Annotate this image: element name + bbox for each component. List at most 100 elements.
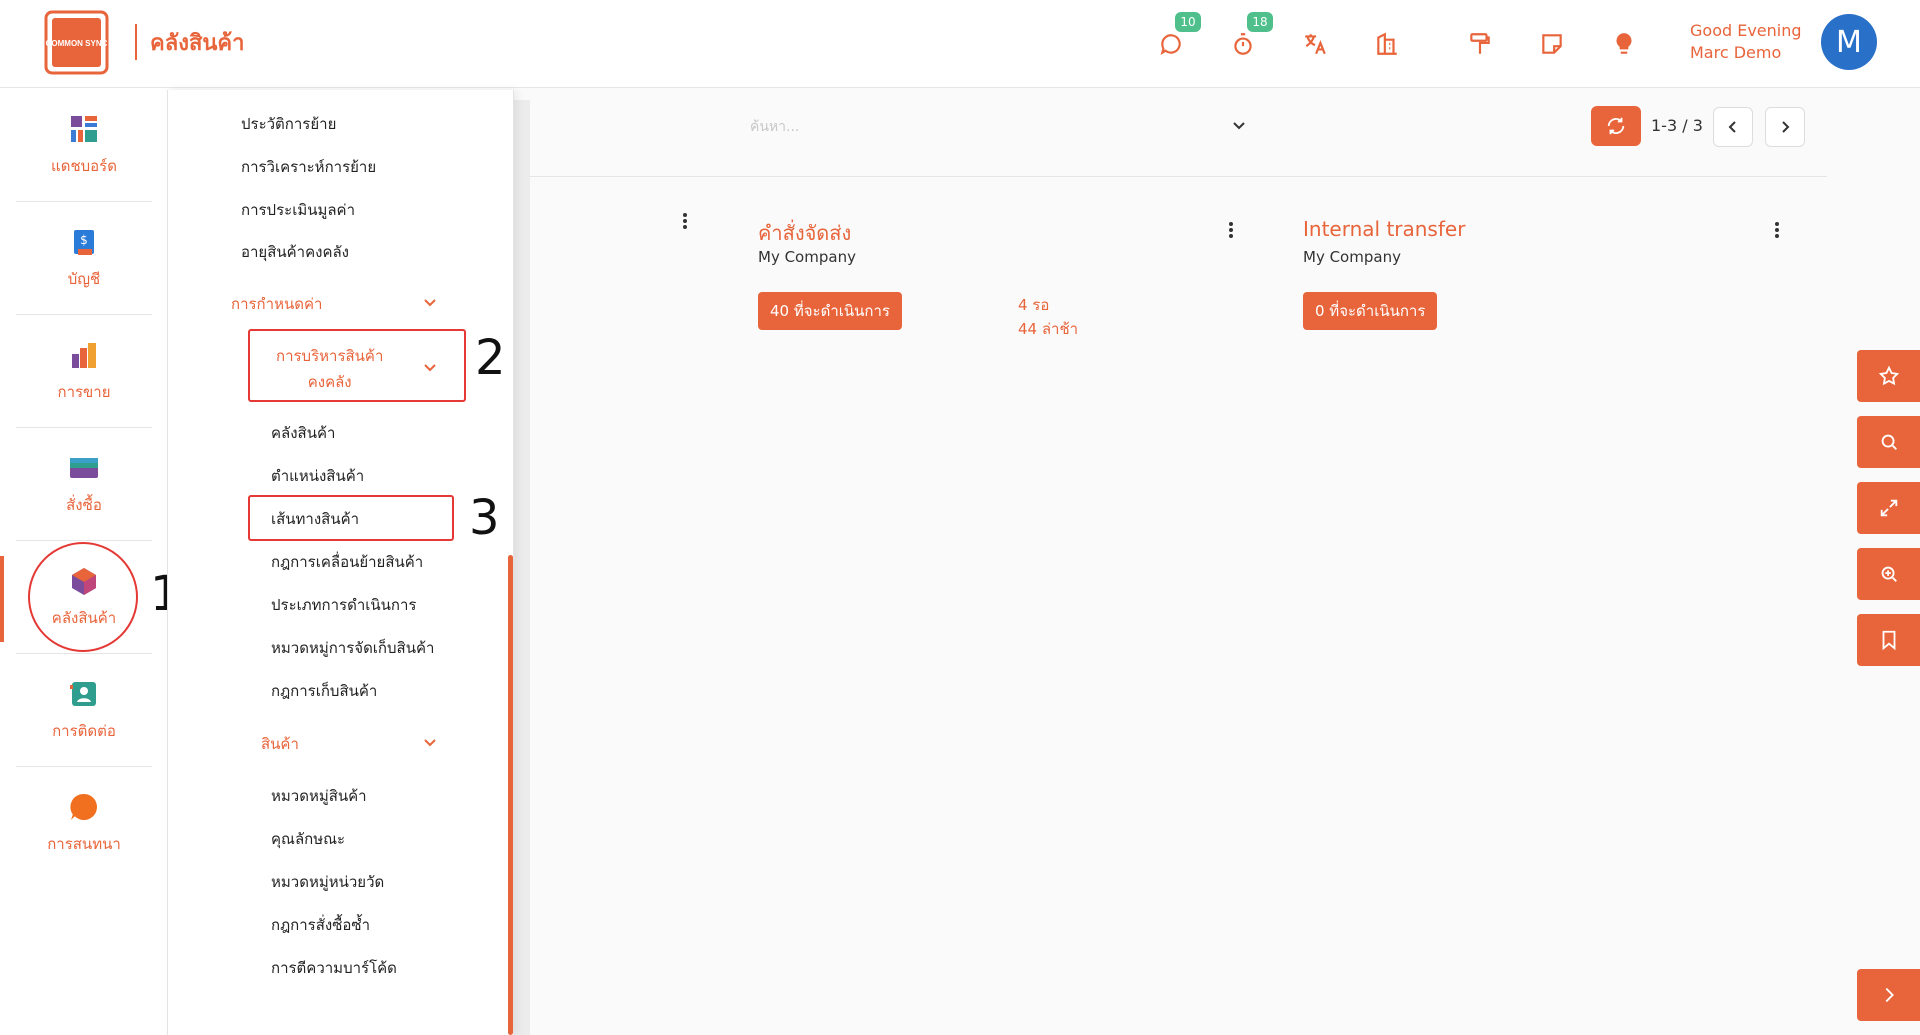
rail-item-label: การติดต่อ bbox=[52, 721, 116, 740]
configuration-dropdown-menu: ประวัติการย้าย การวิเคราะห์การย้าย การปร… bbox=[167, 90, 514, 1035]
rail-item-label: การขาย bbox=[57, 382, 111, 401]
messages-badge: 10 bbox=[1175, 12, 1201, 32]
chevron-down-icon[interactable] bbox=[423, 735, 437, 749]
menu-item-moves-analysis[interactable]: การวิเคราะห์การย้าย bbox=[241, 155, 376, 179]
expand-panel-button[interactable] bbox=[1857, 969, 1920, 1021]
card-menu-icon[interactable] bbox=[682, 212, 688, 230]
expand-icon bbox=[1880, 499, 1897, 517]
card-title[interactable]: คำสั่งจัดส่ง bbox=[758, 217, 851, 249]
language-button[interactable] bbox=[1301, 30, 1329, 58]
menu-item-operation-types[interactable]: ประเภทการดำเนินการ bbox=[271, 593, 416, 617]
activities-button[interactable]: 18 bbox=[1229, 12, 1273, 58]
company-button[interactable] bbox=[1373, 30, 1401, 58]
accounting-icon: $ bbox=[74, 229, 94, 255]
menu-item-putaway-rules[interactable]: กฎการเก็บสินค้า bbox=[271, 679, 377, 703]
messages-button[interactable]: 10 bbox=[1157, 12, 1201, 58]
discuss-icon bbox=[70, 793, 97, 820]
dashboard-icon bbox=[71, 115, 97, 142]
sticky-note-icon bbox=[1542, 34, 1562, 54]
menu-section-configuration[interactable]: การกำหนดค่า bbox=[231, 292, 322, 316]
card-title[interactable]: Internal transfer bbox=[1303, 217, 1465, 241]
card-menu-icon[interactable] bbox=[1228, 221, 1234, 239]
card-todo-button[interactable]: 40 ที่จะดำเนินการ bbox=[758, 292, 902, 330]
pager-previous-button[interactable] bbox=[1713, 107, 1753, 147]
chevron-right-icon bbox=[1885, 987, 1894, 1003]
search-input[interactable]: ค้นหา... bbox=[750, 116, 799, 138]
rail-item-dashboard[interactable]: แดชบอร์ด bbox=[16, 90, 152, 202]
chevron-right-icon bbox=[1782, 121, 1790, 133]
rail-item-sales[interactable]: การขาย bbox=[16, 316, 152, 428]
logo-text: COMMON SYNC bbox=[46, 39, 108, 48]
menu-item-locations[interactable]: ตำแหน่งสินค้า bbox=[271, 464, 364, 488]
menu-item-attributes[interactable]: คุณลักษณะ bbox=[271, 827, 345, 851]
annotation-number-2: 2 bbox=[475, 330, 506, 386]
rail-item-discuss[interactable]: การสนทนา bbox=[16, 768, 152, 880]
menu-section-products[interactable]: สินค้า bbox=[261, 732, 299, 756]
menu-item-routes[interactable]: เส้นทางสินค้า bbox=[271, 507, 359, 531]
menu-item-moves-history[interactable]: ประวัติการย้าย bbox=[241, 112, 336, 136]
common-sync-logo[interactable]: COMMON SYNC bbox=[44, 10, 109, 75]
menu-item-valuation[interactable]: การประเมินมูลค่า bbox=[241, 198, 355, 222]
menu-scrollbar[interactable] bbox=[508, 555, 513, 1035]
top-bar: COMMON SYNC คลังสินค้า 10 18 Good Evenin… bbox=[0, 0, 1920, 88]
card-todo-button[interactable]: 0 ที่จะดำเนินการ bbox=[1303, 292, 1438, 330]
zoom-in-icon bbox=[1881, 566, 1897, 582]
theme-button[interactable] bbox=[1466, 30, 1494, 58]
rail-active-indicator bbox=[0, 556, 4, 642]
content-edge bbox=[514, 100, 530, 1035]
pager-next-button[interactable] bbox=[1765, 107, 1805, 147]
sales-icon bbox=[72, 342, 96, 368]
user-avatar[interactable]: M bbox=[1821, 14, 1877, 70]
user-name: Marc Demo bbox=[1690, 43, 1782, 62]
pager-value[interactable]: 1-3 / 3 bbox=[1651, 116, 1703, 135]
app-title: คลังสินค้า bbox=[150, 31, 245, 56]
chevron-down-icon[interactable] bbox=[1232, 118, 1246, 132]
rail-item-label: การสนทนา bbox=[47, 835, 121, 853]
greeting: Good Evening Marc Demo bbox=[1690, 20, 1802, 64]
menu-item-barcode-nomenclature[interactable]: การตีความบาร์โค้ด bbox=[271, 956, 397, 980]
menu-item-warehouses[interactable]: คลังสินค้า bbox=[271, 421, 335, 445]
menu-item-stock-aging[interactable]: อายุสินค้าคงคลัง bbox=[241, 240, 349, 264]
notes-button[interactable] bbox=[1538, 30, 1566, 58]
chevron-left-icon bbox=[1728, 121, 1736, 133]
rail-item-label: สั่งซื้อ bbox=[66, 495, 102, 514]
menu-item-reordering-rules[interactable]: กฎการสั่งซื้อซ้ำ bbox=[271, 913, 370, 937]
refresh-icon bbox=[1607, 117, 1625, 135]
menu-item-uom-categories[interactable]: หมวดหมู่หน่วยวัด bbox=[271, 870, 384, 894]
rail-item-label: บัญชี bbox=[67, 269, 101, 288]
annotation-circle-1 bbox=[28, 542, 138, 652]
card-stat-waiting[interactable]: 4 รอ bbox=[1018, 293, 1049, 317]
chevron-down-icon[interactable] bbox=[423, 360, 437, 374]
svg-text:$: $ bbox=[80, 233, 88, 247]
bookmark-button[interactable] bbox=[1857, 614, 1920, 666]
search-button[interactable] bbox=[1857, 416, 1920, 468]
menu-item-rules[interactable]: กฎการเคลื่อนย้ายสินค้า bbox=[271, 550, 423, 574]
fullscreen-button[interactable] bbox=[1857, 482, 1920, 534]
chat-icon bbox=[1160, 34, 1181, 56]
card-stat-late[interactable]: 44 ล่าช้า bbox=[1018, 317, 1078, 341]
rail-item-label: แดชบอร์ด bbox=[51, 156, 117, 175]
purchase-icon bbox=[70, 457, 98, 478]
menu-item-product-categories[interactable]: หมวดหมู่สินค้า bbox=[271, 784, 367, 808]
bookmark-icon bbox=[1882, 630, 1895, 651]
tips-button[interactable] bbox=[1610, 30, 1638, 58]
favorite-button[interactable] bbox=[1857, 350, 1920, 402]
card-company: My Company bbox=[758, 248, 856, 266]
card-company: My Company bbox=[1303, 248, 1401, 266]
menu-item-storage-categories[interactable]: หมวดหมู่การจัดเก็บสินค้า bbox=[271, 636, 434, 660]
logo-divider bbox=[135, 24, 137, 60]
translate-icon bbox=[1305, 34, 1326, 55]
zoom-button[interactable] bbox=[1857, 548, 1920, 600]
rail-item-purchase[interactable]: สั่งซื้อ bbox=[16, 429, 152, 541]
lightbulb-icon bbox=[1616, 33, 1632, 54]
menu-section-warehouse-management[interactable]: การบริหารสินค้า คงคลัง bbox=[276, 343, 383, 395]
section-label-line1: การบริหารสินค้า bbox=[276, 347, 384, 365]
refresh-button[interactable] bbox=[1591, 106, 1641, 146]
chevron-down-icon[interactable] bbox=[423, 295, 437, 309]
star-icon bbox=[1878, 365, 1899, 386]
rail-item-contacts[interactable]: การติดต่อ bbox=[16, 655, 152, 767]
content-divider bbox=[530, 176, 1827, 177]
timer-icon bbox=[1234, 33, 1252, 55]
rail-item-accounting[interactable]: $ บัญชี bbox=[16, 203, 152, 315]
card-menu-icon[interactable] bbox=[1774, 221, 1780, 239]
